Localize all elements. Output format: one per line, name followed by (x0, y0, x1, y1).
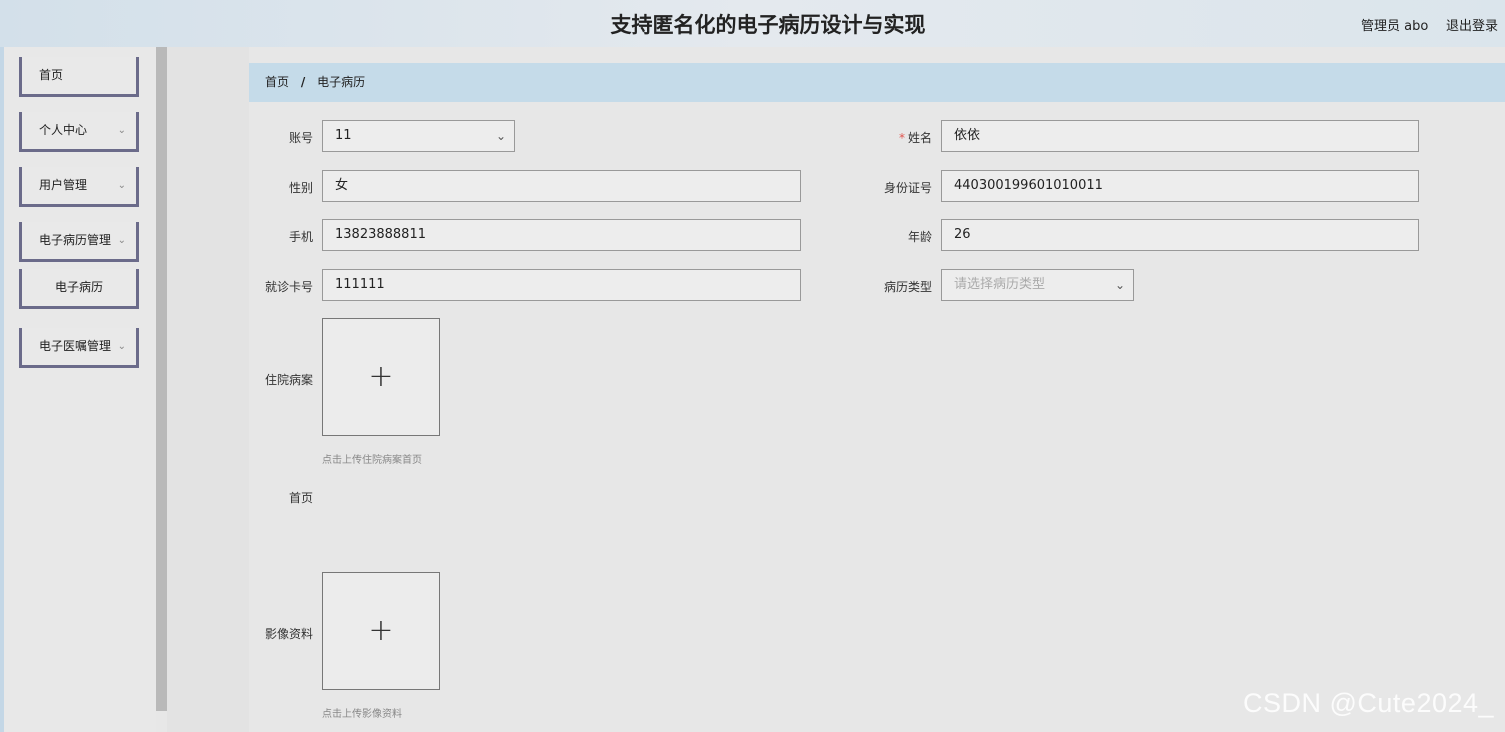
chevron-down-icon: ⌄ (117, 341, 126, 352)
phone-field[interactable]: 13823888811 (322, 219, 801, 251)
inpatient-record-upload[interactable]: + (322, 318, 440, 436)
gender-label: 性别 (288, 181, 313, 195)
logout-link[interactable]: 退出登录 (1446, 15, 1498, 34)
breadcrumb: 首页 / 电子病历 (249, 63, 1505, 102)
page-title: 支持匿名化的电子病历设计与实现 (610, 13, 926, 37)
sidebar-item-personal-center[interactable]: 个人中心 ⌄ (19, 112, 139, 152)
gender-field[interactable]: 女 (322, 170, 801, 202)
age-label: 年龄 (907, 230, 932, 244)
name-label: * 姓名 (898, 131, 932, 145)
content-gutter (167, 47, 249, 732)
id-number-field[interactable]: 440300199601010011 (941, 170, 1419, 202)
sidebar-item-user-management[interactable]: 用户管理 ⌄ (19, 167, 139, 207)
account-value: 11 (335, 128, 352, 143)
record-type-label: 病历类型 (883, 280, 932, 294)
age-value: 26 (954, 227, 971, 242)
sidebar-item-label: 电子病历管理 (39, 233, 112, 247)
top-header: 支持匿名化的电子病历设计与实现 管理员 abo 退出登录 (0, 0, 1505, 47)
sidebar-scrollbar[interactable] (156, 47, 167, 711)
imaging-hint: 点击上传影像资料 (322, 709, 402, 720)
id-number-label: 身份证号 (883, 181, 932, 195)
sidebar-item-label: 电子医嘱管理 (39, 339, 112, 353)
chevron-down-icon: ⌄ (495, 129, 506, 143)
phone-label: 手机 (288, 230, 313, 244)
sidebar-item-medical-orders[interactable]: 电子医嘱管理 ⌄ (19, 328, 139, 368)
name-value: 依依 (954, 128, 981, 143)
record-type-select[interactable]: 请选择病历类型 ⌄ (941, 269, 1134, 301)
account-label: 账号 (288, 131, 313, 145)
record-type-placeholder: 请选择病历类型 (954, 277, 1046, 292)
sidebar-item-label: 首页 (39, 68, 64, 82)
sidebar-item-label: 电子病历 (54, 280, 103, 294)
required-asterisk: * (898, 131, 905, 145)
chevron-down-icon: ⌄ (1114, 278, 1125, 292)
chevron-down-icon: ⌄ (117, 125, 126, 136)
id-number-value: 440300199601010011 (954, 178, 1103, 193)
gender-value: 女 (335, 178, 349, 193)
admin-label: 管理员 abo (1361, 19, 1429, 34)
inpatient-record-hint: 点击上传住院病案首页 (322, 455, 422, 466)
name-field[interactable]: 依依 (941, 120, 1419, 152)
inpatient-record-label: 住院病案 (264, 373, 313, 387)
imaging-label: 影像资料 (264, 627, 313, 641)
watermark: CSDN @Cute2024_ (1243, 688, 1495, 718)
sidebar-item-label: 用户管理 (39, 178, 88, 192)
account-select[interactable]: 11 ⌄ (322, 120, 515, 152)
sidebar-item-home[interactable]: 首页 (19, 57, 139, 97)
card-number-label: 就诊卡号 (264, 280, 313, 294)
card-number-field[interactable]: 111111 (322, 269, 801, 301)
phone-value: 13823888811 (335, 227, 426, 242)
sidebar-item-emr-management[interactable]: 电子病历管理 ⌄ (19, 222, 139, 262)
sidebar-item-label: 个人中心 (39, 123, 88, 137)
chevron-down-icon: ⌄ (117, 235, 126, 246)
breadcrumb-home[interactable]: 首页 (265, 75, 289, 89)
imaging-upload[interactable]: + (322, 572, 440, 690)
chevron-down-icon: ⌄ (117, 180, 126, 191)
plus-icon: + (368, 613, 394, 648)
sidebar-subitem-emr[interactable]: 电子病历 (19, 269, 139, 309)
home-page-label: 首页 (288, 491, 313, 505)
breadcrumb-separator: / (300, 75, 306, 89)
breadcrumb-current: 电子病历 (317, 75, 366, 89)
age-field[interactable]: 26 (941, 219, 1419, 251)
card-number-value: 111111 (335, 277, 385, 292)
plus-icon: + (368, 359, 394, 394)
